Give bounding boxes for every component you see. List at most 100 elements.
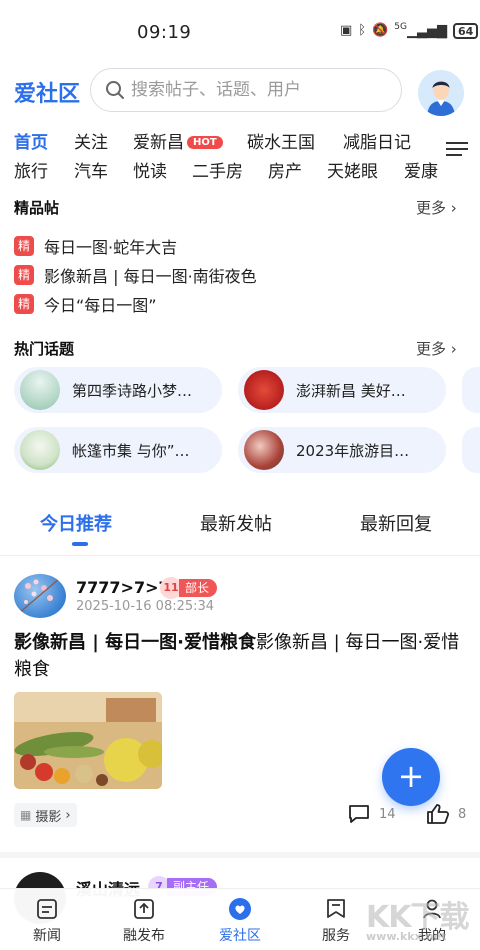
- tab-community[interactable]: 爱社区: [205, 897, 275, 945]
- category-icon: ▦: [20, 808, 32, 822]
- post-time: 2025-10-16 08:25:34: [76, 599, 215, 614]
- search-icon: [106, 81, 124, 99]
- featured-item[interactable]: 精今日“每日一图”: [14, 292, 157, 316]
- featured-item-title: 每日一图·蛇年大吉: [44, 238, 178, 257]
- signal-label: 5G: [394, 22, 407, 32]
- tab-home[interactable]: 首页: [14, 128, 48, 153]
- tab-real-estate[interactable]: 房产: [268, 157, 302, 182]
- post-tag[interactable]: ▦ 摄影 ›: [14, 803, 77, 827]
- tab-diet-diary[interactable]: 减脂日记: [343, 128, 411, 153]
- tab-community-label: 爱社区: [219, 928, 261, 944]
- role-label: 部长: [179, 579, 218, 597]
- topic-thumbnail: [244, 430, 284, 470]
- create-post-button[interactable]: +: [382, 748, 440, 806]
- tab-ai-xinchang[interactable]: 爱新昌 HOT: [133, 128, 223, 153]
- heart-chat-icon: [229, 898, 251, 920]
- chevron-right-icon: ›: [65, 807, 71, 823]
- like-count: 8: [458, 806, 467, 822]
- search-box[interactable]: [90, 68, 402, 112]
- topic-card[interactable]: 澎湃新昌 美好…: [238, 367, 446, 413]
- tab-news[interactable]: 新闻: [12, 897, 82, 945]
- topics-more-link[interactable]: 更多 ›: [416, 338, 457, 359]
- featured-badge: 精: [14, 294, 34, 314]
- post-image[interactable]: [14, 692, 162, 789]
- tab-aikang[interactable]: 爱康: [404, 157, 438, 182]
- tab-latest-posts[interactable]: 最新发帖: [200, 510, 272, 536]
- channel-menu-button[interactable]: [446, 138, 468, 160]
- featured-badge: 精: [14, 236, 34, 256]
- channel-row-1: 首页 关注 爱新昌 HOT 碳水王国 减脂日记: [0, 128, 448, 156]
- tab-tianlao-eye[interactable]: 天姥眼: [327, 157, 378, 182]
- tab-reading[interactable]: 悦读: [133, 157, 167, 182]
- tab-car[interactable]: 汽车: [74, 157, 108, 182]
- tab-second-hand-house[interactable]: 二手房: [192, 157, 243, 182]
- like-button[interactable]: 8: [426, 803, 466, 825]
- topic-card[interactable]: 2023年旅游目…: [238, 427, 446, 473]
- hot-badge: HOT: [187, 136, 223, 149]
- user-avatar[interactable]: [418, 70, 464, 116]
- topic-thumbnail: [244, 370, 284, 410]
- featured-item-title: 今日“每日一图”: [44, 296, 157, 315]
- status-time: 09:19: [137, 22, 192, 43]
- upload-icon: [134, 899, 154, 919]
- battery-icon: 64: [453, 22, 479, 39]
- comment-count: 14: [379, 806, 396, 822]
- featured-title: 精品帖: [14, 199, 60, 217]
- topic-title: 帐篷市集 与你”…: [72, 441, 190, 460]
- post-author-avatar[interactable]: [14, 574, 66, 618]
- topics-more-label: 更多: [416, 340, 447, 358]
- post-title-bold: 影像新昌 | 每日一图·爱惜粮食: [14, 632, 256, 653]
- brand-title: 爱社区: [14, 82, 81, 107]
- topic-card-partial[interactable]: [462, 427, 480, 473]
- channel-row-2: 旅行 汽车 悦读 二手房 房产 天姥眼 爱康: [0, 157, 448, 185]
- tab-publish[interactable]: 融发布: [109, 897, 179, 945]
- featured-more-link[interactable]: 更多 ›: [416, 197, 457, 218]
- tab-follow[interactable]: 关注: [74, 128, 108, 153]
- featured-more-label: 更多: [416, 199, 447, 217]
- comment-icon: [349, 805, 369, 823]
- blossom-photo-icon: [17, 577, 61, 615]
- tab-publish-label: 融发布: [123, 928, 165, 944]
- topic-title: 2023年旅游目…: [296, 441, 410, 460]
- tab-travel[interactable]: 旅行: [14, 157, 48, 182]
- tab-service-label: 服务: [322, 928, 350, 944]
- tab-latest-replies[interactable]: 最新回复: [360, 510, 432, 536]
- author-level-badge: 11 部长: [160, 577, 218, 599]
- nfc-icon: ▣: [340, 23, 353, 38]
- bluetooth-icon: ᛒ: [358, 23, 367, 38]
- topic-title: 澎湃新昌 美好…: [296, 381, 406, 400]
- watermark: KK下载 www.kkx.net: [366, 892, 469, 943]
- topic-thumbnail: [20, 370, 60, 410]
- featured-item[interactable]: 精每日一图·蛇年大吉: [14, 234, 177, 258]
- post-author-name[interactable]: 7777>7>7: [76, 578, 170, 597]
- post-divider: [0, 852, 480, 858]
- chevron-right-icon: ›: [450, 340, 457, 358]
- search-input[interactable]: [131, 80, 391, 100]
- tab-today-recommend[interactable]: 今日推荐: [40, 510, 112, 536]
- news-icon: [37, 899, 57, 919]
- mute-icon: 🔕: [372, 23, 389, 38]
- topic-card[interactable]: 第四季诗路小梦…: [14, 367, 222, 413]
- post-title[interactable]: 影像新昌 | 每日一图·爱惜粮食影像新昌 | 每日一图·爱惜粮食: [14, 629, 466, 683]
- tab-news-label: 新闻: [33, 928, 61, 944]
- topic-thumbnail: [20, 430, 60, 470]
- tab-ai-xinchang-label: 爱新昌: [133, 133, 184, 153]
- bookmark-icon: [327, 899, 345, 918]
- status-icons: ▣ ᛒ 🔕 5G▁▃▅▇ 64: [340, 22, 479, 39]
- topic-card[interactable]: 帐篷市集 与你”…: [14, 427, 222, 473]
- active-tab-indicator: [72, 542, 88, 546]
- tab-carb-kingdom[interactable]: 碳水王国: [247, 128, 315, 153]
- app-header: 爱社区: [0, 66, 480, 116]
- featured-badge: 精: [14, 265, 34, 285]
- post-tag-label: 摄影: [35, 809, 62, 825]
- topic-card-partial[interactable]: [462, 367, 480, 413]
- status-bar: 09:19 ▣ ᛒ 🔕 5G▁▃▅▇ 64: [0, 0, 480, 60]
- tab-service[interactable]: 服务: [301, 897, 371, 945]
- topics-title: 热门话题: [14, 340, 75, 358]
- comment-button[interactable]: 14: [347, 803, 396, 825]
- topic-title: 第四季诗路小梦…: [72, 381, 193, 400]
- signal-icon: 5G▁▃▅▇: [394, 22, 447, 39]
- featured-item-title: 影像新昌 | 每日一图·南街夜色: [44, 267, 257, 286]
- plus-icon: +: [397, 757, 425, 795]
- featured-item[interactable]: 精影像新昌 | 每日一图·南街夜色: [14, 263, 257, 287]
